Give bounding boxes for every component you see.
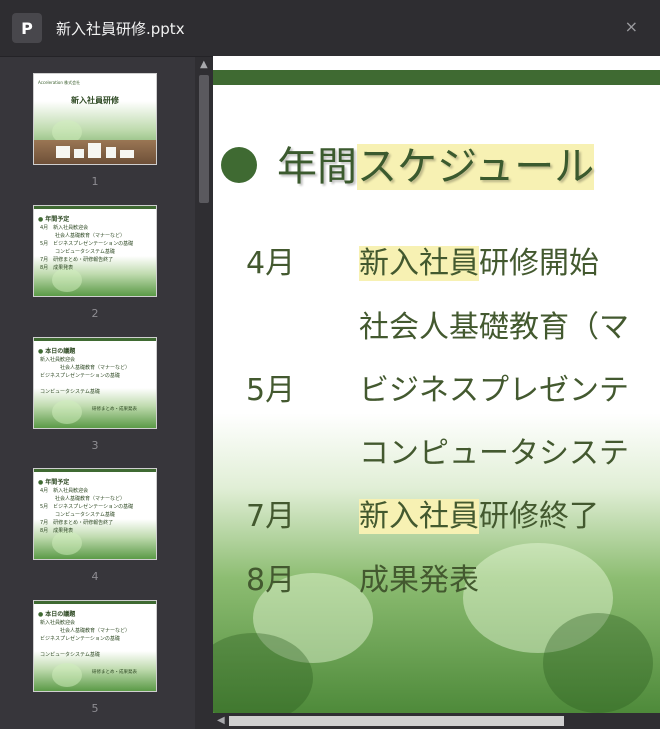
thumbnail-slide-4[interactable]: 年間予定 4月 新入社員歓迎会 社会人基礎教育（マナーなど） 5月 ビジネスプレ… bbox=[33, 468, 157, 583]
thumbnail-line: コンピュータシステム基礎 bbox=[40, 249, 115, 255]
thumbnail-slide-3[interactable]: 本日の議題 新入社員歓迎会 社会人基礎教育（マナーなど） ビジネスプレゼンテーシ… bbox=[33, 337, 157, 452]
thumbnail-line: 8月 成果発表 bbox=[40, 265, 74, 271]
thumbnail-footer: 研修まとめ・成果発表 bbox=[92, 407, 137, 412]
slide-horizontal-scrollbar[interactable]: ◀ bbox=[213, 713, 660, 729]
window-title: 新入社員研修.pptx bbox=[56, 19, 185, 38]
thumbnail-heading: 年間予定 bbox=[38, 214, 69, 223]
schedule-item: 社会人基礎教育（マ bbox=[359, 310, 629, 345]
thumbnail-image: Acceleration 株式会社 新入社員研修 bbox=[33, 73, 157, 165]
thumbnail-heading: 本日の議題 bbox=[38, 346, 75, 355]
thumbnail-line: 5月 ビジネスプレゼンテーションの基礎 bbox=[40, 241, 134, 247]
schedule-item: 新入社員研修終了 bbox=[359, 499, 599, 534]
thumbnail-scrollbar[interactable]: ▲ ▼ bbox=[195, 57, 213, 729]
thumbnail-slide-5[interactable]: 本日の議題 新入社員歓迎会 社会人基礎教育（マナーなど） ビジネスプレゼンテーシ… bbox=[33, 600, 157, 715]
thumbnail-line: 5月 ビジネスプレゼンテーションの基礎 bbox=[40, 504, 134, 510]
powerpoint-app-icon: P bbox=[12, 13, 42, 43]
schedule-item: コンピュータシステ bbox=[359, 436, 629, 471]
close-icon[interactable]: × bbox=[625, 19, 638, 35]
thumbnail-slide-1[interactable]: Acceleration 株式会社 新入社員研修 1 bbox=[33, 73, 157, 188]
thumbnail-line: 社会人基礎教育（マナーなど） bbox=[40, 365, 131, 371]
schedule-month: 7月 bbox=[246, 499, 296, 534]
schedule-month: 8月 bbox=[246, 563, 296, 598]
houses-illustration bbox=[34, 140, 156, 164]
slide-thumbnail-panel: Acceleration 株式会社 新入社員研修 1 年間予定 4月 新入社員歓… bbox=[0, 56, 213, 729]
bullet-icon bbox=[221, 147, 257, 183]
thumbnail-line: ビジネスプレゼンテーションの基礎 bbox=[40, 373, 120, 379]
thumbnail-slide-2[interactable]: 年間予定 4月 新入社員歓迎会 社会人基礎教育（マナーなど） 5月 ビジネスプレ… bbox=[33, 205, 157, 320]
thumbnail-line: 4月 新入社員歓迎会 bbox=[40, 488, 89, 494]
thumbnail-number: 2 bbox=[91, 307, 99, 320]
slide-accent-bar bbox=[213, 70, 660, 85]
thumbnail-line: ビジネスプレゼンテーションの基礎 bbox=[40, 636, 120, 642]
thumbnail-footer: 研修まとめ・成果発表 bbox=[92, 670, 137, 675]
scrollbar-thumb[interactable] bbox=[199, 75, 209, 203]
thumbnail-number: 4 bbox=[91, 570, 99, 583]
thumbnail-company: Acceleration 株式会社 bbox=[38, 80, 81, 85]
thumbnail-line: 新入社員歓迎会 bbox=[40, 357, 76, 363]
thumbnail-number: 1 bbox=[91, 175, 99, 188]
scroll-left-icon[interactable]: ◀ bbox=[217, 716, 225, 726]
thumbnail-number: 3 bbox=[91, 439, 99, 452]
thumbnail-image: 年間予定 4月 新入社員歓迎会 社会人基礎教育（マナーなど） 5月 ビジネスプレ… bbox=[33, 205, 157, 297]
thumbnail-image: 年間予定 4月 新入社員歓迎会 社会人基礎教育（マナーなど） 5月 ビジネスプレ… bbox=[33, 468, 157, 560]
thumbnail-line: コンピュータシステム基礎 bbox=[40, 652, 100, 658]
thumbnail-line: コンピュータシステム基礎 bbox=[40, 512, 115, 518]
thumbnail-line: 新入社員歓迎会 bbox=[40, 620, 76, 626]
thumbnail-line: 7月 研修まとめ・研修報告終了 bbox=[40, 520, 114, 526]
thumbnail-number: 5 bbox=[91, 702, 99, 715]
thumbnail-heading: 本日の議題 bbox=[38, 609, 75, 618]
thumbnail-line: 7月 研修まとめ・研修報告終了 bbox=[40, 257, 114, 263]
scrollbar-corner bbox=[195, 713, 213, 729]
thumbnail-line: 社会人基礎教育（マナーなど） bbox=[40, 233, 126, 239]
thumbnail-line: 4月 新入社員歓迎会 bbox=[40, 225, 89, 231]
schedule-item: 成果発表 bbox=[359, 563, 479, 598]
thumbnail-line: 8月 成果発表 bbox=[40, 528, 74, 534]
thumbnail-heading: 年間予定 bbox=[38, 477, 69, 486]
scrollbar-thumb[interactable] bbox=[229, 716, 564, 726]
scroll-up-icon[interactable]: ▲ bbox=[200, 60, 208, 70]
thumbnail-image: 本日の議題 新入社員歓迎会 社会人基礎教育（マナーなど） ビジネスプレゼンテーシ… bbox=[33, 337, 157, 429]
thumbnail-line: 社会人基礎教育（マナーなど） bbox=[40, 628, 131, 634]
schedule-month: 5月 bbox=[246, 373, 296, 408]
thumbnail-image: 本日の議題 新入社員歓迎会 社会人基礎教育（マナーなど） ビジネスプレゼンテーシ… bbox=[33, 600, 157, 692]
title-bar: P 新入社員研修.pptx × bbox=[0, 0, 660, 56]
thumbnail-line: 社会人基礎教育（マナーなど） bbox=[40, 496, 126, 502]
thumbnail-line: コンピュータシステム基礎 bbox=[40, 389, 100, 395]
slide-canvas[interactable]: 年間スケジュール 4月 新入社員研修開始 社会人基礎教育（マ 5月 ビジネスプレ… bbox=[213, 56, 660, 713]
schedule-item: ビジネスプレゼンテ bbox=[359, 373, 629, 408]
slide-title: 年間スケジュール bbox=[221, 134, 595, 192]
schedule-month: 4月 bbox=[246, 246, 296, 281]
schedule-item: 新入社員研修開始 bbox=[359, 246, 599, 281]
thumbnail-title: 新入社員研修 bbox=[71, 96, 119, 105]
